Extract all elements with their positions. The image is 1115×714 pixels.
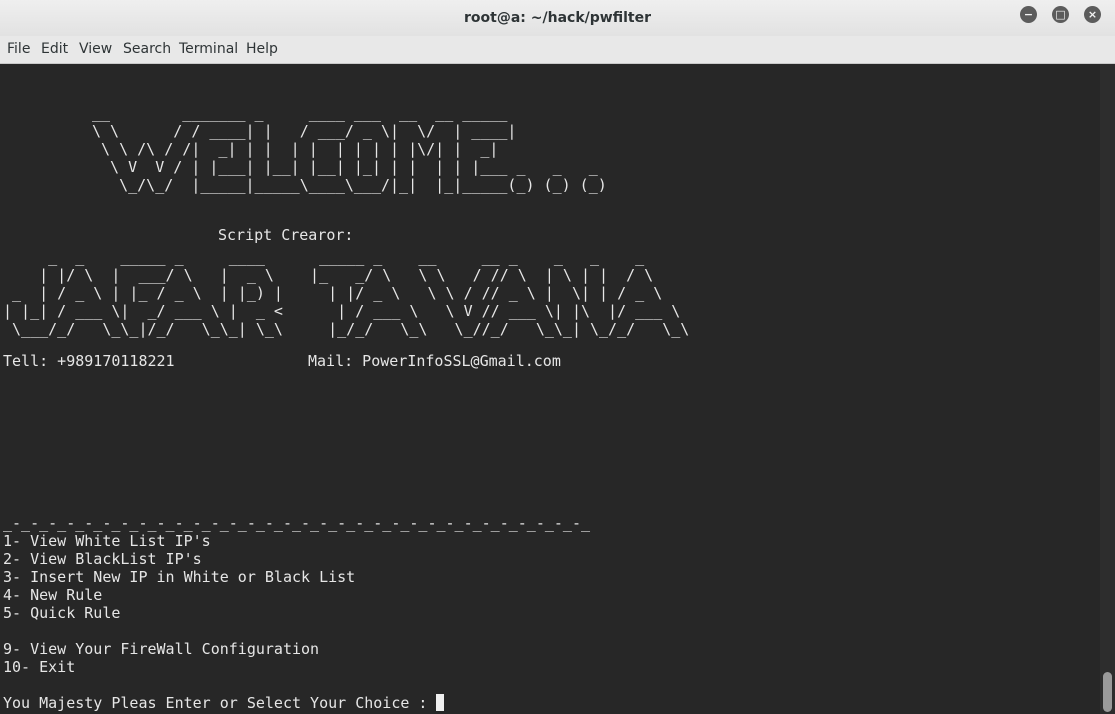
scrollbar-thumb[interactable] bbox=[1103, 672, 1112, 712]
title-bar[interactable]: root@a: ~/hack/pwfilter − □ × bbox=[0, 0, 1115, 37]
terminal-window: root@a: ~/hack/pwfilter − □ × File Edit … bbox=[0, 0, 1115, 714]
vertical-scrollbar[interactable] bbox=[1100, 64, 1115, 714]
terminal-output[interactable]: __ _______ _ ____ ___ __ __ _____ \ \ / … bbox=[0, 64, 1100, 714]
command-prompt[interactable]: You Majesty Pleas Enter or Select Your C… bbox=[3, 694, 445, 712]
window-title: root@a: ~/hack/pwfilter bbox=[464, 10, 651, 26]
option-new-rule: 4- New Rule bbox=[3, 586, 103, 604]
prompt-text: You Majesty Pleas Enter or Select Your C… bbox=[3, 694, 437, 712]
menu-view[interactable]: View bbox=[79, 36, 112, 63]
menu-help[interactable]: Help bbox=[246, 36, 278, 63]
tell-text: Tell: +989170118221 bbox=[3, 352, 175, 370]
separator-line: _-_-_-_-_-_-_-_-_-_-_-_-_-_-_-_-_-_-_-_-… bbox=[3, 514, 590, 532]
option-quick-rule: 5- Quick Rule bbox=[3, 604, 121, 622]
ascii-name-line: \___/_/ \_\_|/_/ \_\_| \_\ |_/_/ \_\ \_/… bbox=[3, 320, 690, 338]
ascii-name-line: | |/ \ | ___/ \ | _ \ |_ _/ \ \ \ / // \… bbox=[3, 266, 654, 284]
option-view-blacklist: 2- View BlackList IP's bbox=[3, 550, 202, 568]
mail-text: Mail: PowerInfoSSL@Gmail.com bbox=[308, 352, 561, 370]
option-view-config: 9- View Your FireWall Configuration bbox=[3, 640, 320, 658]
ascii-name-line: _ | / _ \ | |_ / _ \ | |_) | | |/ _ \ \ … bbox=[3, 284, 663, 302]
ascii-welcome-line: \ V V / | |___| |__| |__| |_| | | | | |_… bbox=[92, 158, 598, 176]
ascii-welcome-line: \_/\_/ |_____|_____\____\___/|_| |_|____… bbox=[92, 176, 607, 194]
option-view-whitelist: 1- View White List IP's bbox=[3, 532, 211, 550]
script-creator-label: Script Crearor: bbox=[218, 226, 354, 244]
close-button[interactable]: × bbox=[1084, 6, 1101, 23]
menu-file[interactable]: File bbox=[7, 36, 30, 63]
menu-search[interactable]: Search bbox=[123, 36, 171, 63]
ascii-welcome-line: \ \ /\ / /| _| | | | | | | | | |\/| | _| bbox=[92, 140, 499, 158]
ascii-welcome-line: \ \ / / ____| | / ___/ _ \| \/ | ____| bbox=[92, 122, 517, 140]
ascii-welcome-line: __ _______ _ ____ ___ __ __ _____ bbox=[92, 104, 508, 122]
text-cursor bbox=[436, 694, 445, 711]
ascii-name-line: | |_| / ___ \| _/ ___ \ | _ < | / ___ \ … bbox=[3, 302, 681, 320]
option-exit: 10- Exit bbox=[3, 658, 76, 676]
ascii-name-line: _ _ _____ _ ____ _____ _ __ __ _ _ _ _ bbox=[3, 248, 645, 266]
menu-terminal[interactable]: Terminal bbox=[179, 36, 238, 63]
option-insert-ip: 3- Insert New IP in White or Black List bbox=[3, 568, 356, 586]
menu-bar: File Edit View Search Terminal Help bbox=[0, 36, 1115, 64]
menu-edit[interactable]: Edit bbox=[41, 36, 68, 63]
maximize-button[interactable]: □ bbox=[1052, 6, 1069, 23]
minimize-button[interactable]: − bbox=[1020, 6, 1037, 23]
